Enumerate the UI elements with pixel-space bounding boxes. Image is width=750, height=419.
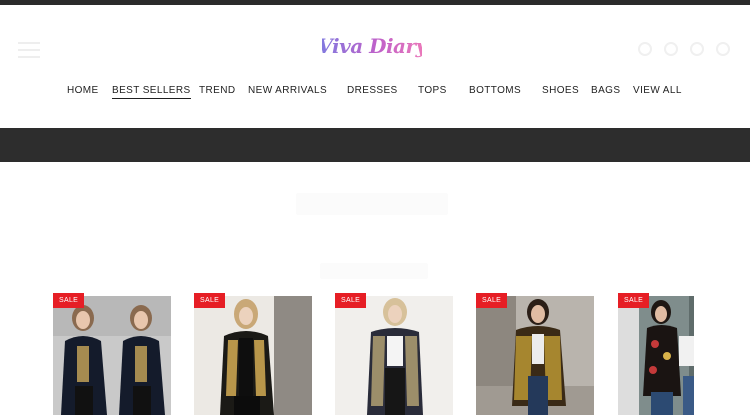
svg-text:Viva Diary: Viva Diary — [322, 34, 422, 58]
sale-badge: SALE — [618, 293, 650, 308]
product-card-image[interactable] — [476, 296, 594, 415]
nav-item-bags[interactable]: BAGS — [591, 85, 620, 97]
sale-badge: SALE — [476, 293, 508, 308]
section-title-placeholder — [296, 193, 448, 215]
product-photo-military-jacket-duo — [53, 296, 171, 415]
nav-item-dresses[interactable]: DRESSES — [347, 85, 398, 97]
product-card-image[interactable] — [194, 296, 312, 415]
nav-item-trend[interactable]: TREND — [199, 85, 235, 97]
product-photo-gold-embroidered-jacket — [194, 296, 312, 415]
header-actions — [638, 42, 730, 56]
sale-badge: SALE — [335, 293, 367, 308]
brand-logo[interactable]: Viva Diary — [317, 31, 429, 65]
cart-icon[interactable] — [716, 42, 730, 56]
section-subtitle-placeholder — [320, 263, 428, 279]
nav-item-tops[interactable]: TOPS — [418, 85, 447, 97]
search-icon[interactable] — [638, 42, 652, 56]
nav-item-bottoms[interactable]: BOTTOMS — [469, 85, 521, 97]
promo-banner[interactable] — [0, 128, 750, 162]
product-card-image[interactable] — [335, 296, 453, 415]
logo-wordmark: Viva Diary — [317, 34, 429, 58]
nav-item-view-all[interactable]: VIEW ALL — [633, 85, 682, 97]
site-header: Viva Diary HOME BEST SELLERS TREND NEW A… — [0, 5, 750, 128]
main-nav: HOME BEST SELLERS TREND NEW ARRIVALS DRE… — [0, 85, 750, 105]
nav-item-home[interactable]: HOME — [67, 85, 99, 97]
product-card-image[interactable] — [53, 296, 171, 415]
product-photo-patterned-long-coat — [335, 296, 453, 415]
nav-item-best-sellers[interactable]: BEST SELLERS — [112, 85, 191, 99]
product-photo-floral-coat-street — [476, 296, 594, 415]
wishlist-icon[interactable] — [690, 42, 704, 56]
menu-icon[interactable] — [18, 42, 40, 58]
sale-badge: SALE — [194, 293, 226, 308]
nav-item-new-arrivals[interactable]: NEW ARRIVALS — [248, 85, 327, 97]
account-icon[interactable] — [664, 42, 678, 56]
product-photo-floral-jacket-pair — [639, 296, 694, 415]
product-card-image[interactable] — [618, 296, 694, 415]
sale-badge: SALE — [53, 293, 85, 308]
nav-item-shoes[interactable]: SHOES — [542, 85, 579, 97]
